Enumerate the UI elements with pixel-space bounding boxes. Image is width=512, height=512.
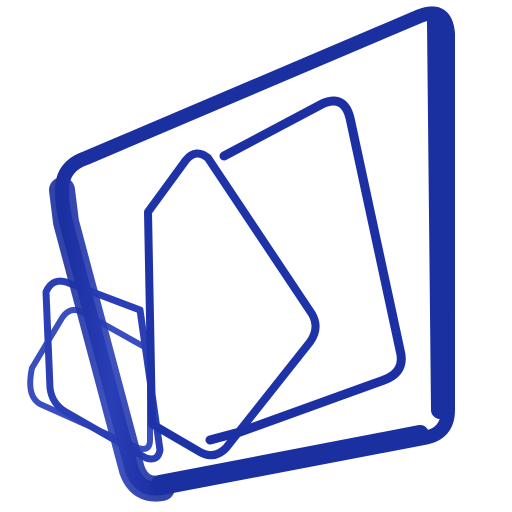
card-front-bottom-edge <box>151 425 429 493</box>
stacked-cards-icon <box>27 6 455 502</box>
logo-canvas <box>0 0 512 512</box>
card-front-right-edge <box>427 13 449 419</box>
card-tall <box>205 96 406 445</box>
